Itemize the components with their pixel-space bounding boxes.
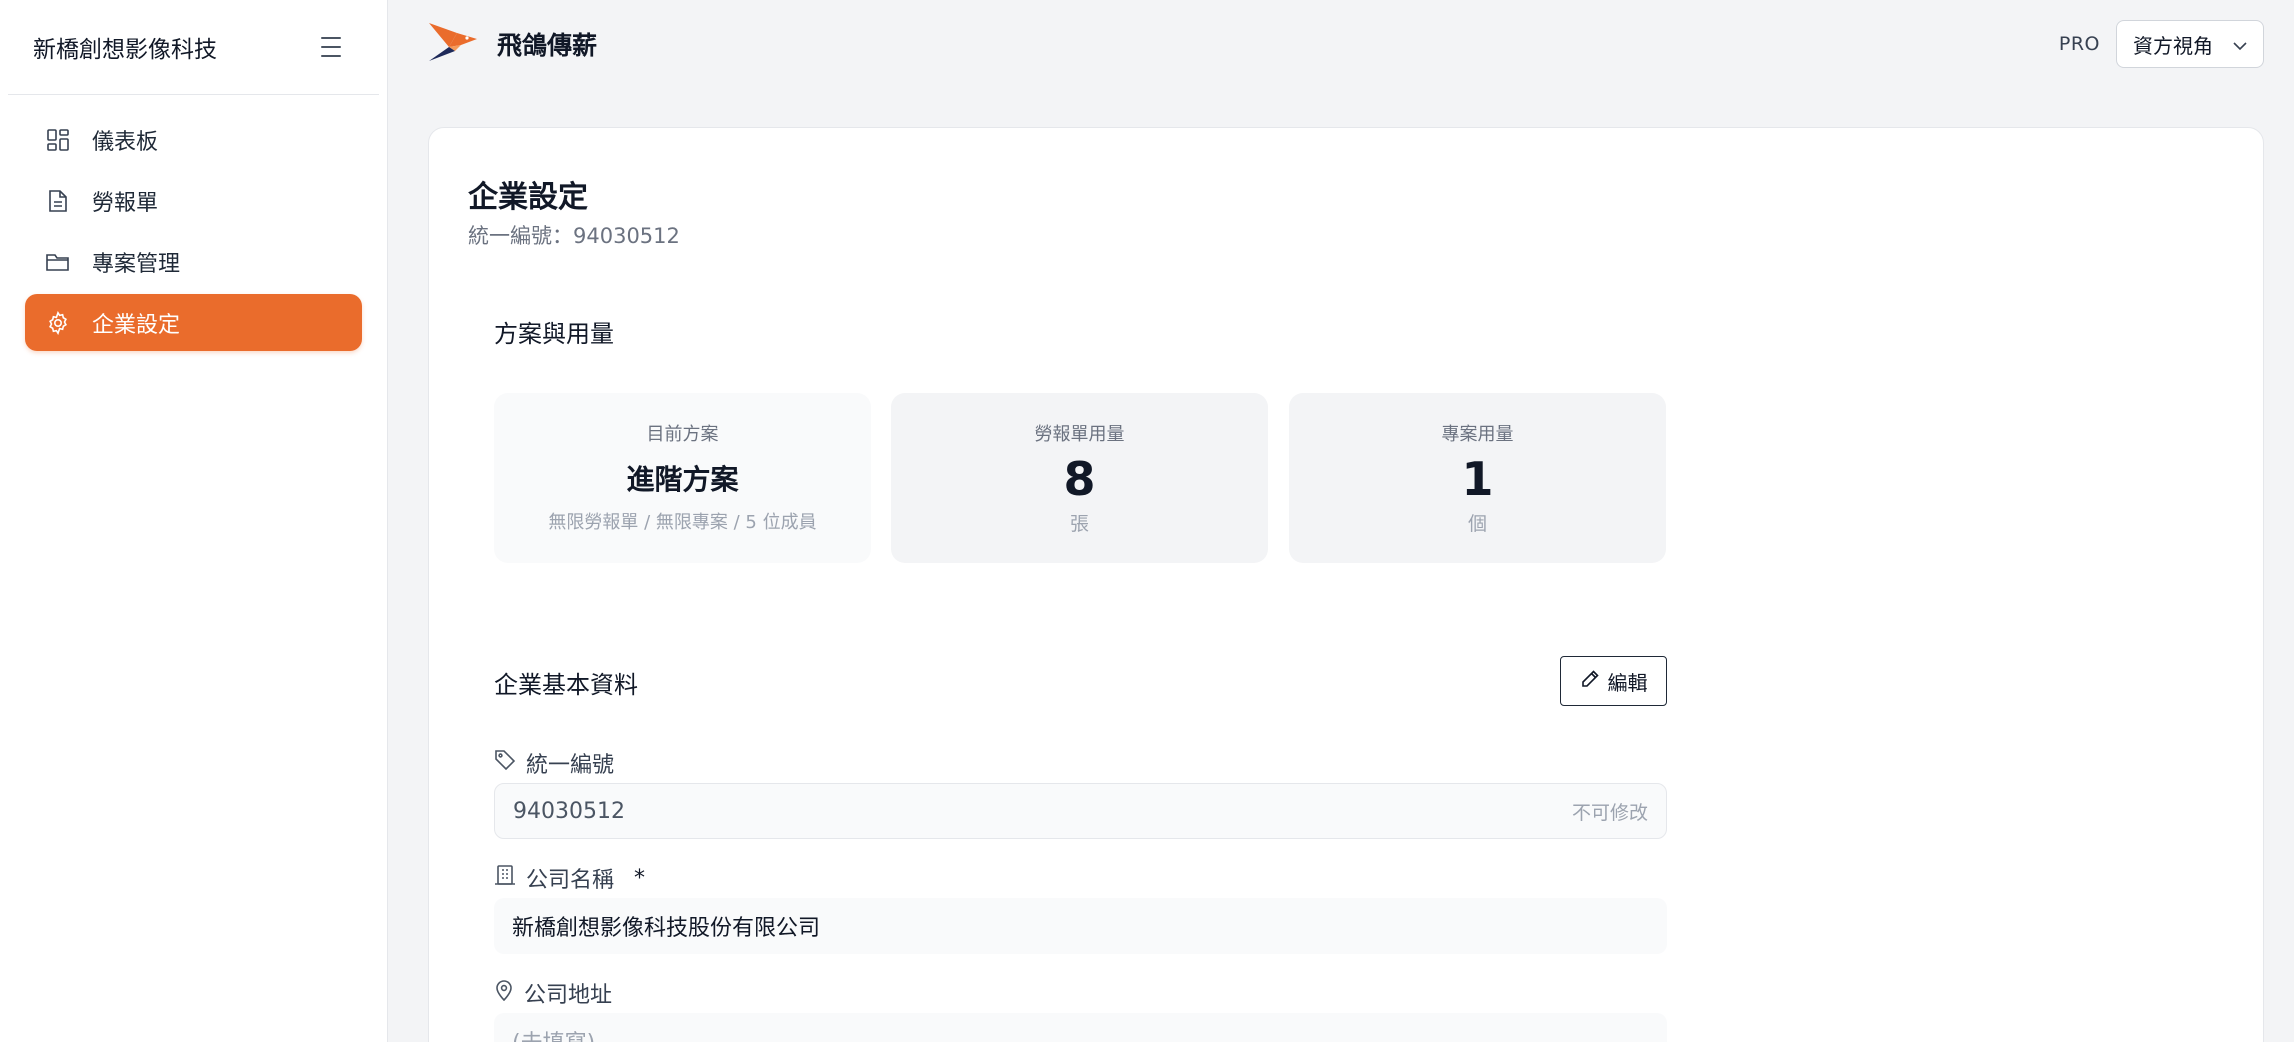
gear-icon <box>45 310 71 336</box>
pigeon-logo-icon <box>427 21 479 67</box>
basic-info-title: 企業基本資料 <box>494 671 638 699</box>
company-name-field[interactable]: 新橋創想影像科技股份有限公司 <box>494 898 1667 954</box>
project-usage-card: 專案用量 1 個 <box>1289 393 1666 563</box>
folder-icon <box>45 249 71 275</box>
view-selector-value: 資方視角 <box>2133 33 2213 58</box>
sidebar-item-label: 企業設定 <box>92 312 181 338</box>
dashboard-icon <box>45 127 71 153</box>
menu-toggle-icon[interactable] <box>321 37 345 57</box>
sidebar-nav: 儀表板 勞報單 專案管理 企業設定 <box>0 95 387 351</box>
report-usage-card: 勞報單用量 8 張 <box>891 393 1268 563</box>
sidebar-header: 新橋創想影像科技 <box>8 0 379 95</box>
sidebar: 新橋創想影像科技 儀表板 勞報單 專案管理 企業設定 <box>0 0 388 1042</box>
sidebar-item-label: 勞報單 <box>92 190 159 216</box>
company-name-label: 公司名稱 * <box>494 862 645 894</box>
document-icon <box>45 188 71 214</box>
sidebar-item-projects[interactable]: 專案管理 <box>25 233 362 290</box>
tag-icon <box>494 749 516 777</box>
sidebar-item-label: 儀表板 <box>92 129 159 155</box>
view-selector[interactable]: 資方視角 <box>2116 20 2264 68</box>
brand[interactable]: 飛鴿傳薪 <box>427 21 597 67</box>
project-usage-unit: 個 <box>1467 513 1487 536</box>
address-label: 公司地址 <box>494 977 612 1009</box>
settings-card: 企業設定 統一編號：94030512 方案與用量 目前方案 進階方案 無限勞報單… <box>428 127 2264 1042</box>
topbar: 飛鴿傳薪 PRO 資方視角 <box>389 0 2294 88</box>
tax-id-field: 94030512 不可修改 <box>494 783 1667 839</box>
tax-id-note: 不可修改 <box>1571 801 1648 824</box>
page-title: 企業設定 <box>468 180 588 215</box>
edit-button[interactable]: 編輯 <box>1560 656 1667 706</box>
sidebar-item-settings[interactable]: 企業設定 <box>25 294 362 351</box>
address-placeholder: (未填寫) <box>512 1025 595 1042</box>
report-usage-value: 8 <box>1063 452 1096 506</box>
brand-name: 飛鴿傳薪 <box>497 31 598 60</box>
company-name-label-text: 公司名稱 <box>526 868 615 893</box>
page-subtitle: 統一編號：94030512 <box>468 224 680 248</box>
current-plan-desc: 無限勞報單 / 無限專案 / 5 位成員 <box>548 512 817 533</box>
required-mark: * <box>634 865 646 891</box>
sidebar-item-dashboard[interactable]: 儀表板 <box>25 111 362 168</box>
topbar-right: PRO 資方視角 <box>2059 20 2264 68</box>
sidebar-item-label: 專案管理 <box>92 251 181 277</box>
current-plan-name: 進階方案 <box>626 463 739 496</box>
address-label-text: 公司地址 <box>524 983 613 1008</box>
plan-section-title: 方案與用量 <box>494 320 614 348</box>
address-field[interactable]: (未填寫) <box>494 1013 1667 1042</box>
current-plan-label: 目前方案 <box>646 424 719 445</box>
project-usage-label: 專案用量 <box>1441 424 1514 445</box>
building-icon <box>494 864 516 892</box>
project-usage-value: 1 <box>1461 452 1494 506</box>
company-name: 新橋創想影像科技 <box>33 37 217 63</box>
current-plan-card: 目前方案 進階方案 無限勞報單 / 無限專案 / 5 位成員 <box>494 393 871 563</box>
edit-button-label: 編輯 <box>1607 670 1648 695</box>
pencil-icon <box>1580 669 1600 694</box>
report-usage-unit: 張 <box>1069 513 1089 536</box>
location-pin-icon <box>494 979 514 1007</box>
chevron-down-icon <box>2233 32 2247 56</box>
plan-badge: PRO <box>2058 33 2100 55</box>
tax-id-label-text: 統一編號 <box>526 753 615 778</box>
sidebar-item-reports[interactable]: 勞報單 <box>25 172 362 229</box>
tax-id-value: 94030512 <box>513 798 625 824</box>
tax-id-label: 統一編號 <box>494 747 614 779</box>
report-usage-label: 勞報單用量 <box>1034 424 1125 445</box>
company-name-value: 新橋創想影像科技股份有限公司 <box>512 916 821 941</box>
